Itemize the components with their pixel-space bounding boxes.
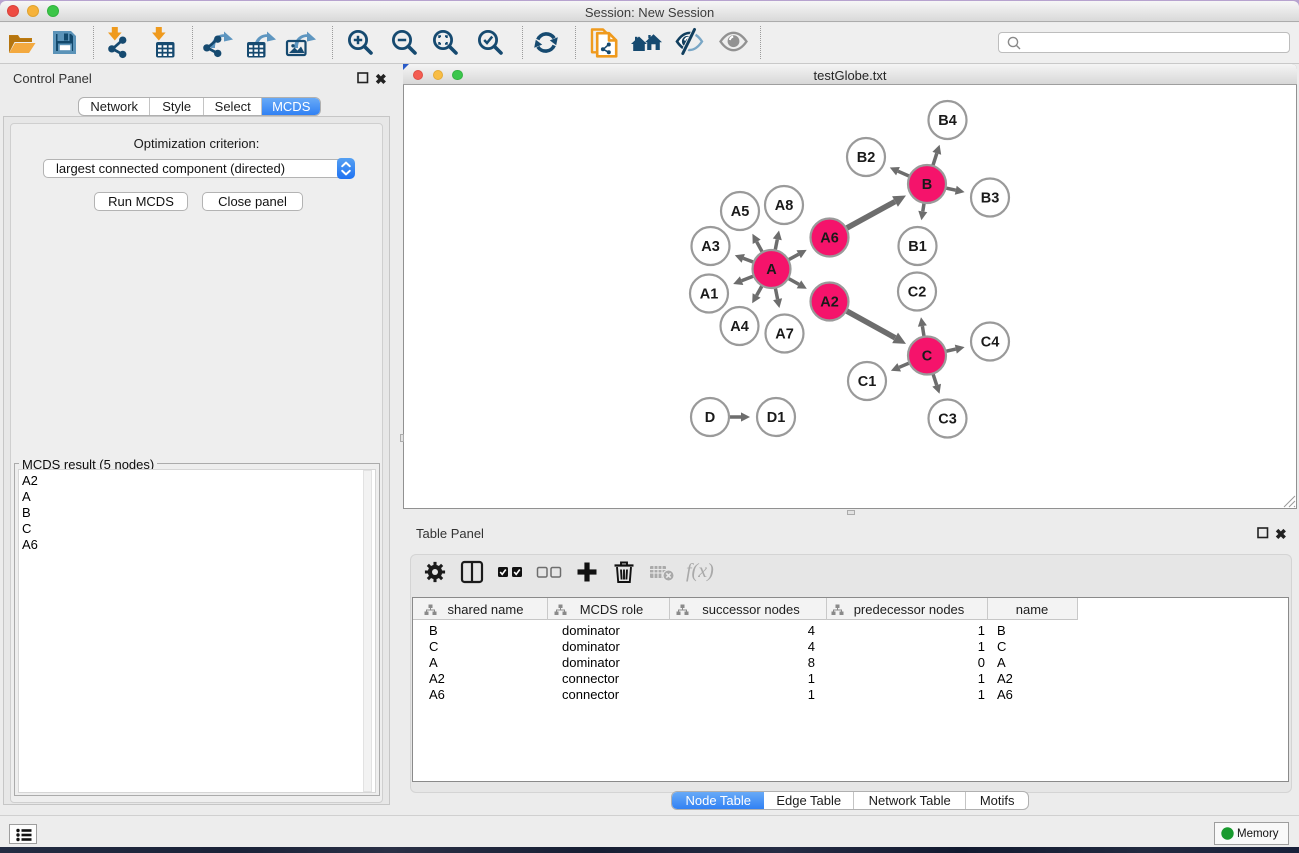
svg-text:B4: B4 bbox=[938, 113, 957, 129]
svg-text:A1: A1 bbox=[700, 287, 719, 303]
svg-text:B: B bbox=[922, 177, 932, 193]
svg-text:C: C bbox=[922, 349, 933, 365]
svg-text:C4: C4 bbox=[981, 335, 1000, 351]
svg-text:C3: C3 bbox=[938, 412, 957, 428]
svg-text:A7: A7 bbox=[775, 327, 794, 343]
svg-text:A8: A8 bbox=[775, 198, 794, 214]
svg-text:D1: D1 bbox=[767, 410, 786, 426]
svg-text:A2: A2 bbox=[820, 295, 839, 311]
svg-text:A4: A4 bbox=[730, 319, 749, 335]
svg-text:C2: C2 bbox=[908, 285, 927, 301]
svg-text:A6: A6 bbox=[820, 231, 839, 247]
svg-text:B3: B3 bbox=[981, 191, 1000, 207]
svg-text:D: D bbox=[705, 410, 715, 426]
svg-text:B2: B2 bbox=[857, 150, 876, 166]
svg-text:A: A bbox=[766, 262, 777, 278]
svg-text:C1: C1 bbox=[858, 374, 877, 390]
svg-text:A5: A5 bbox=[731, 204, 750, 220]
svg-text:A3: A3 bbox=[701, 239, 720, 255]
svg-text:B1: B1 bbox=[908, 239, 927, 255]
